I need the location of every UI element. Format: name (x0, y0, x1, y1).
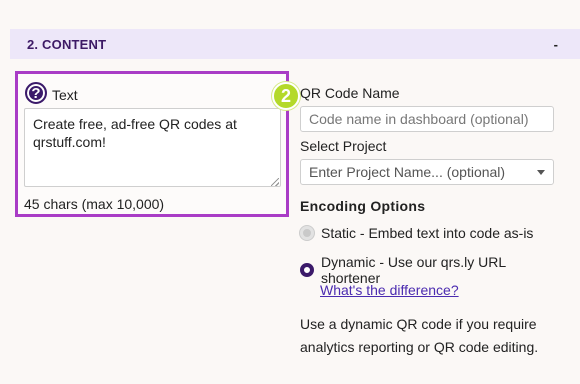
static-option[interactable]: Static - Embed text into code as-is (300, 225, 533, 241)
encoding-heading: Encoding Options (300, 198, 426, 214)
chevron-down-icon (537, 169, 545, 175)
qr-name-label: QR Code Name (300, 85, 400, 101)
text-label: Text (52, 87, 78, 103)
dynamic-note-line1: Use a dynamic QR code if you require (300, 316, 537, 332)
qr-name-input[interactable] (300, 106, 554, 132)
step-badge: 2 (272, 82, 300, 110)
options-column: QR Code Name Select Project Enter Projec… (300, 0, 560, 384)
char-count: 45 chars (max 10,000) (24, 196, 165, 212)
static-label: Static - Embed text into code as-is (321, 225, 534, 241)
project-select[interactable]: Enter Project Name... (optional) (300, 159, 554, 185)
project-label: Select Project (300, 138, 387, 154)
text-field-group: ? Text Create free, ad-free QR codes at … (15, 71, 289, 217)
dynamic-radio[interactable] (300, 263, 314, 277)
resize-handle[interactable] (271, 178, 279, 186)
help-icon[interactable]: ? (25, 82, 47, 104)
dynamic-note-line2: analytics reporting or QR code editing. (300, 339, 539, 355)
text-input[interactable]: Create free, ad-free QR codes at qrstuff… (24, 108, 281, 187)
project-select-value: Enter Project Name... (optional) (309, 164, 506, 180)
static-radio[interactable] (300, 226, 314, 240)
difference-link[interactable]: What's the difference? (320, 282, 459, 298)
section-title: 2. CONTENT (27, 36, 107, 52)
